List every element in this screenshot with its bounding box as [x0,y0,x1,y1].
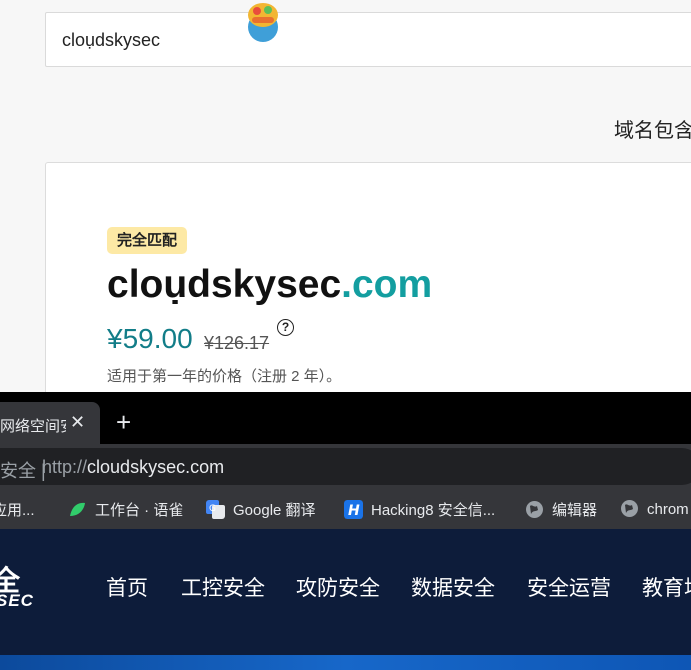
globe-icon [621,500,638,517]
address-url[interactable]: http://cloudskysec.com [42,457,224,478]
bookmarks-bar: 应用... 工作台 · 语雀 G Google 翻译 H Hacking8 安全信.… [0,489,691,529]
domain-contains-label[interactable]: 域名包含 [614,114,691,143]
domain-sld: cloụdskysec [107,263,342,306]
original-price: ¥126.17 [204,333,270,353]
browser-window: 网络空间安 ✕ + 安全 | http://cloudskysec.com 应用… [0,392,691,670]
domain-tld: .com [341,263,433,306]
screenshot-root: cloụdskysec 域名包含 完全匹配 cloụdskysec.com ¥5… [0,0,691,670]
domain-search-input[interactable]: cloụdskysec [45,3,691,67]
bookmark-google-translate[interactable]: G Google 翻译 [206,499,316,519]
bookmark-hacking8[interactable]: H Hacking8 安全信... [344,499,495,519]
yuque-icon [70,502,85,516]
price-note: 适用于第一年的价格（注册 2 年）。 [107,368,342,385]
hacking8-icon: H [344,500,363,519]
domain-price: ¥59.00 [107,323,193,354]
svg-text:H: H [348,503,360,519]
nav-home[interactable]: 首页 [106,572,148,602]
globe-icon [526,501,543,518]
bookmark-label: chrom [647,501,689,518]
bookmark-label: Google 翻译 [233,502,316,519]
bookmark-chrome[interactable]: chrom [620,499,689,519]
bookmark-label: Hacking8 安全信... [371,502,496,519]
bookmark-label: 工作台 · 语雀 [95,502,184,519]
browser-toolbar: 安全 | http://cloudskysec.com [0,444,691,489]
mascot-icon [248,3,278,42]
domain-result-card[interactable]: 完全匹配 cloụdskysec.com ¥59.00 ¥126.17 ? 适用… [45,162,691,422]
nav-offense-defense[interactable]: 攻防安全 [296,572,380,602]
bookmark-editor[interactable]: 编辑器 [525,499,597,519]
browser-tab[interactable]: 网络空间安 ✕ [0,402,100,444]
tab-close-icon[interactable]: ✕ [70,411,85,433]
nav-ics-security[interactable]: 工控安全 [181,572,265,602]
exact-match-badge: 完全匹配 [107,227,188,254]
bookmark-yuque[interactable]: 工作台 · 语雀 [68,499,183,519]
tab-title: 网络空间安 [0,418,66,435]
tab-strip: 网络空间安 ✕ + [0,392,691,444]
google-translate-icon: G [206,500,225,519]
hero-banner-edge [0,655,691,670]
bookmark-apps[interactable]: 应用... [0,499,35,519]
url-host: cloudskysec.com [87,457,225,477]
bookmark-label: 应用... [0,502,35,519]
svg-text:G: G [209,504,216,514]
new-tab-button[interactable]: + [116,409,131,435]
nav-data-security[interactable]: 数据安全 [411,572,495,602]
site-header: 全 SEC 首页 工控安全 攻防安全 数据安全 安全运营 教育培 [0,529,691,670]
security-indicator[interactable]: 安全 | [0,457,46,483]
url-scheme: http:// [42,457,88,477]
search-input-value: cloụdskysec [62,30,161,50]
security-label: 安全 [0,461,36,481]
site-logo-sub: SEC [0,591,34,610]
bookmark-label: 编辑器 [552,502,598,519]
nav-security-ops[interactable]: 安全运营 [527,572,611,602]
address-bar[interactable]: 安全 | http://cloudskysec.com [0,448,691,485]
nav-education[interactable]: 教育培 [642,572,691,602]
domain-name: cloụdskysec.com [107,263,432,307]
price-help-icon[interactable]: ? [277,319,294,336]
